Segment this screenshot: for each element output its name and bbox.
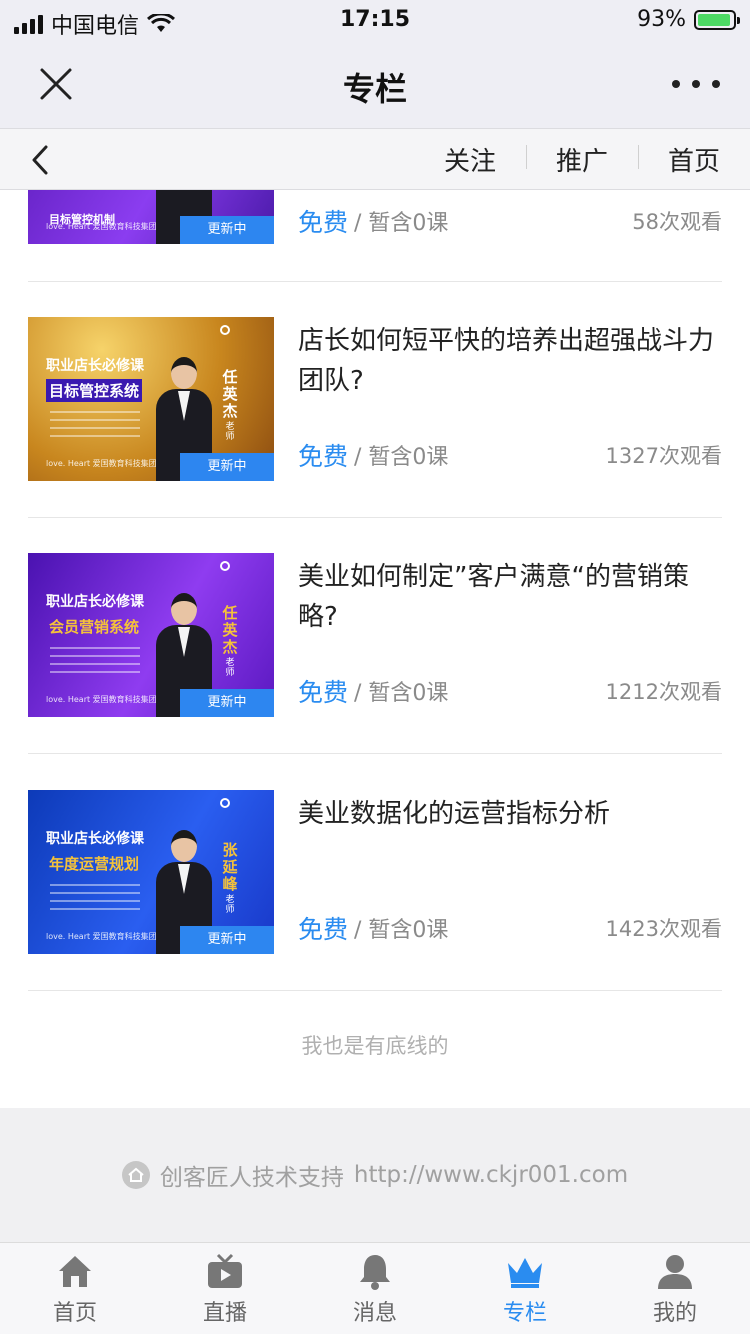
list-item[interactable]: 职业店长必修课 目标管控机制 love. Heart 爱国教育科技集团 更新中 … [28,190,722,280]
more-icon[interactable] [672,70,720,98]
course-title: 美业数据化的运营指标分析 [298,799,611,829]
list-item[interactable]: 职业店长必修课 年度运营规划 张延峰 老师 love. Heart 爱国教育科技… [28,790,722,954]
back-icon[interactable] [22,141,58,179]
support-footer: 创客匠人技术支持 http://www.ckjr001.com [0,1108,750,1242]
divider [28,517,722,518]
view-count: 1327次观看 [605,444,722,468]
user-icon [658,1255,692,1289]
view-count: 58次观看 [632,210,722,234]
tab-profile[interactable]: 我的 [600,1243,750,1334]
divider [28,281,722,282]
support-text: 创客匠人技术支持 [159,1165,344,1191]
end-of-list-text: 我也是有底线的 [301,1034,449,1058]
lesson-count: / 暂含0课 [354,211,449,236]
tab-messages[interactable]: 消息 [300,1243,450,1334]
page-title: 专栏 [342,70,407,108]
battery-percent: 93% [637,7,686,32]
price-label: 免费 [298,442,349,471]
lesson-count: / 暂含0课 [354,918,449,943]
view-count: 1423次观看 [605,917,722,941]
status-bar: 中国电信 17:15 93% [0,0,750,40]
list-item[interactable]: 职业店长必修课 会员营销系统 任英杰 老师 love. Heart 爱国教育科技… [28,553,722,717]
tab-home[interactable]: 首页 [0,1243,150,1334]
follow-link[interactable]: 关注 [414,141,526,178]
divider [28,753,722,754]
divider [28,990,722,991]
course-title: 美业如何制定”客户满意“的营销策略? [298,562,689,632]
course-thumbnail: 职业店长必修课 目标管控机制 love. Heart 爱国教育科技集团 更新中 [28,190,274,244]
course-thumbnail: 职业店长必修课 年度运营规划 张延峰 老师 love. Heart 爱国教育科技… [28,790,274,954]
view-count: 1212次观看 [605,680,722,704]
home-icon [59,1256,91,1287]
bell-icon [360,1255,390,1290]
updating-badge: 更新中 [180,689,274,717]
lesson-count: / 暂含0课 [354,681,449,706]
tab-column[interactable]: 专栏 [450,1243,600,1334]
tv-icon [208,1253,242,1288]
list-item[interactable]: 职业店长必修课 目标管控系统 任英杰 老师 love. Heart 爱国教育科技… [28,317,722,481]
lesson-count: / 暂含0课 [354,445,449,470]
battery-icon [694,9,740,30]
tab-bar: 首页 直播 消息 专栏 我的 [0,1242,750,1334]
sub-nav: 关注 推广 首页 [0,128,750,190]
course-title: 店长如何短平快的培养出超强战斗力团队? [298,326,715,396]
support-url[interactable]: http://www.ckjr001.com [354,1162,628,1188]
price-label: 免费 [298,208,349,237]
course-thumbnail: 职业店长必修课 目标管控系统 任英杰 老师 love. Heart 爱国教育科技… [28,317,274,481]
tab-live[interactable]: 直播 [150,1243,300,1334]
updating-badge: 更新中 [180,453,274,481]
title-bar: 专栏 [0,40,750,128]
updating-badge: 更新中 [180,926,274,954]
promote-link[interactable]: 推广 [525,141,638,178]
home-badge-icon [121,1161,150,1189]
home-link[interactable]: 首页 [637,141,750,178]
crown-icon [508,1258,542,1288]
updating-badge: 更新中 [180,216,274,244]
course-thumbnail: 职业店长必修课 会员营销系统 任英杰 老师 love. Heart 爱国教育科技… [28,553,274,717]
price-label: 免费 [298,915,349,944]
price-label: 免费 [298,678,349,707]
